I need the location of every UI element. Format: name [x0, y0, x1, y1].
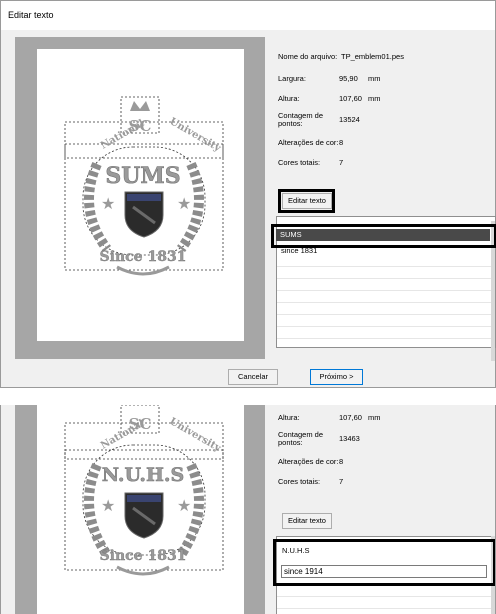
height-unit: mm	[368, 413, 381, 422]
height-label: Altura:	[278, 413, 300, 422]
file-name-label: Nome do arquivo:	[278, 52, 338, 61]
color-changes-value: 8	[339, 138, 344, 147]
star-icon: ★	[101, 496, 115, 515]
edit-text-button[interactable]: Editar texto	[282, 193, 332, 209]
emblem-bottom-text: Since 1831	[100, 548, 187, 564]
stitch-count-label-2: pontos:	[278, 438, 303, 447]
edit-text-dialog: Editar texto SC National University SUMS	[0, 0, 496, 388]
total-colors-label: Cores totais:	[278, 158, 321, 167]
star-icon: ★	[101, 194, 115, 213]
emblem-preview: SC National University SUMS ★ ★ Since 18…	[64, 96, 224, 276]
emblem-center-text: SUMS	[105, 163, 180, 189]
star-icon: ★	[177, 496, 191, 515]
stitch-count-value: 13524	[339, 115, 360, 124]
height-unit: mm	[368, 94, 381, 103]
text-list-item[interactable]: N.U.H.S	[282, 546, 310, 555]
total-colors-value: 7	[339, 158, 344, 167]
stitch-count-value: 13463	[339, 434, 360, 443]
preview-page: SC National University N.U.H.S ★ ★ Since…	[37, 405, 244, 614]
total-colors-label: Cores totais:	[278, 477, 321, 486]
color-changes-label: Alterações de cor:	[278, 457, 339, 466]
emblem-arc-right: University	[168, 416, 224, 455]
height-label: Altura:	[278, 94, 300, 103]
edit-text-dialog-edited: SC National University N.U.H.S ★ ★ Since…	[0, 405, 496, 614]
text-list-item[interactable]: since 1831	[281, 246, 317, 255]
dialog-title: Editar texto	[8, 10, 54, 20]
star-icon: ★	[177, 194, 191, 213]
preview-area: SC National University N.U.H.S ★ ★ Since…	[15, 405, 265, 614]
width-unit: mm	[368, 74, 381, 83]
color-changes-label: Alterações de cor:	[278, 138, 339, 147]
text-edit-input[interactable]	[281, 565, 487, 578]
emblem-bottom-text: Since 1831	[100, 249, 187, 265]
height-value: 107,60	[339, 94, 362, 103]
color-changes-value: 8	[339, 457, 344, 466]
text-list-item-selected[interactable]: SUMS	[276, 229, 490, 241]
cancel-button[interactable]: Cancelar	[228, 369, 278, 385]
file-name-value: TP_emblem01.pes	[341, 52, 404, 61]
width-value: 95,90	[339, 74, 358, 83]
edit-text-button[interactable]: Editar texto	[282, 513, 332, 529]
preview-page: SC National University SUMS ★ ★ Since 18…	[37, 49, 244, 341]
width-label: Largura:	[278, 74, 306, 83]
emblem-arc-right: University	[168, 116, 224, 155]
total-colors-value: 7	[339, 477, 344, 486]
emblem-preview-edited: SC National University N.U.H.S ★ ★ Since…	[64, 405, 224, 576]
stitch-count-label-2: pontos:	[278, 119, 303, 128]
preview-area: SC National University SUMS ★ ★ Since 18…	[15, 37, 265, 359]
emblem-center-text: N.U.H.S	[102, 464, 185, 486]
next-button[interactable]: Próximo >	[310, 369, 363, 385]
height-value: 107,60	[339, 413, 362, 422]
title-bar: Editar texto	[1, 1, 495, 30]
